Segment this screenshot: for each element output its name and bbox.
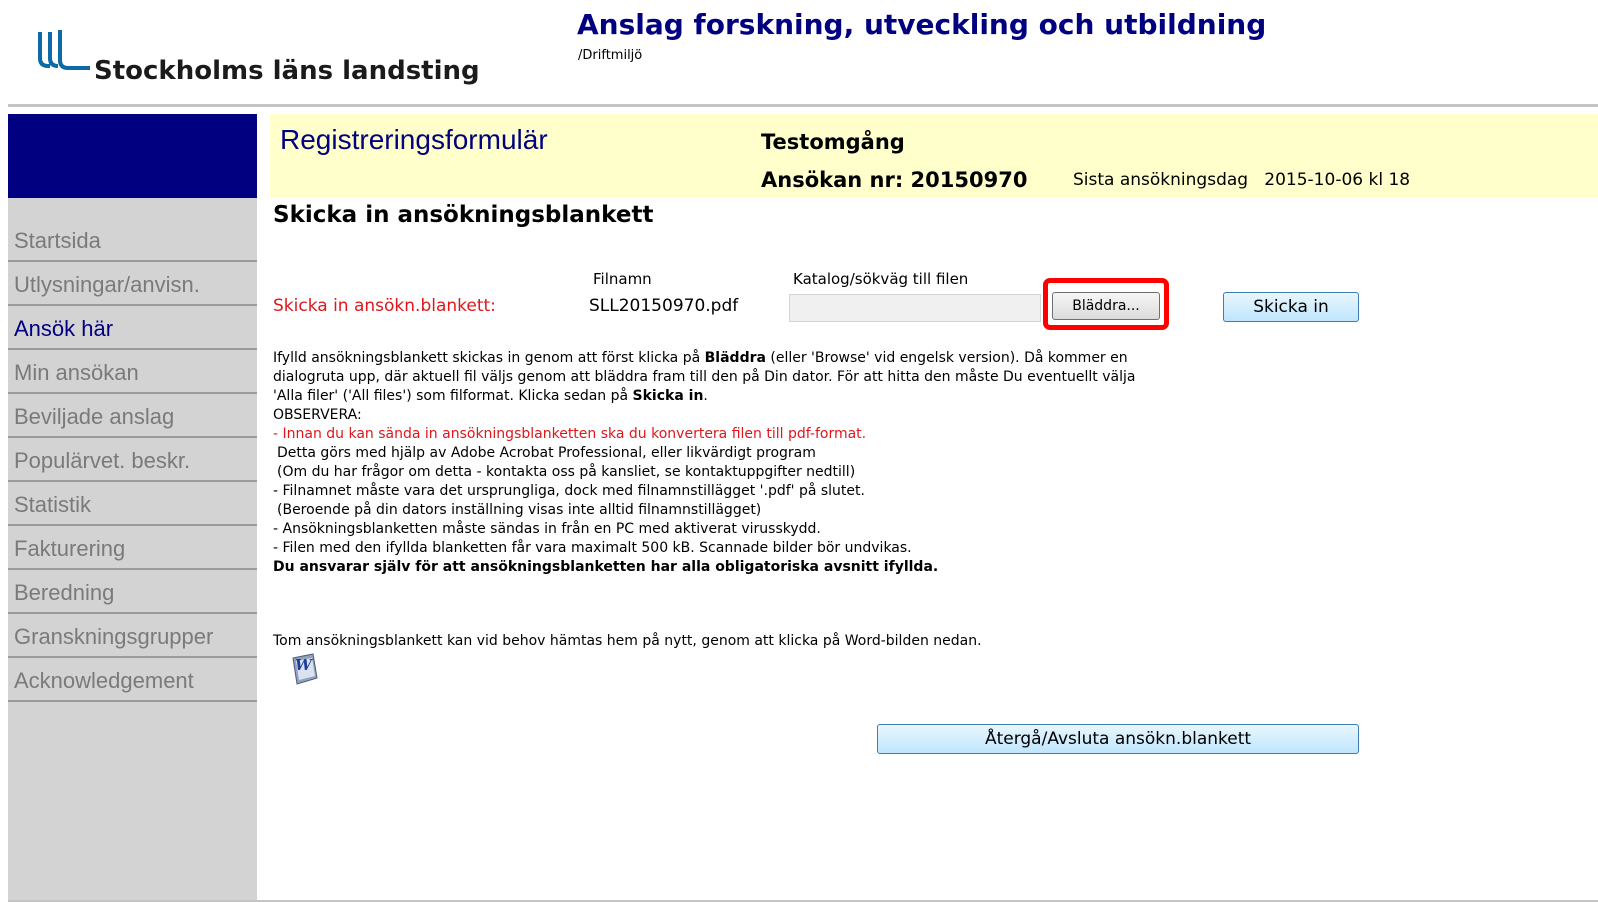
word-template-note: Tom ansökningsblankett kan vid behov häm…: [273, 633, 982, 649]
instruction-line: Ifylld ansökningsblankett skickas in gen…: [273, 349, 1383, 368]
responsibility-text: Du ansvarar själv för att ansökningsblan…: [273, 559, 939, 575]
upload-label: Skicka in ansökn.blankett:: [273, 296, 496, 316]
sidebar-item-utlysningar[interactable]: Utlysningar/anvisn.: [8, 264, 257, 306]
instruction-line: (Om du har frågor om detta - kontakta os…: [277, 464, 856, 480]
sidebar: Startsida Utlysningar/anvisn. Ansök här …: [8, 198, 257, 902]
environment-label: /Driftmiljö: [578, 48, 643, 63]
word-document-icon[interactable]: W: [287, 652, 321, 686]
round-name: Testomgång: [761, 130, 905, 154]
submit-button[interactable]: Skicka in: [1223, 292, 1359, 322]
form-title: Registreringsformulär: [280, 124, 548, 155]
instruction-line: dialogruta upp, där aktuell fil väljs ge…: [273, 369, 1136, 385]
sidebar-item-acknowledgement[interactable]: Acknowledgement: [8, 660, 257, 702]
filename-column-header: Filnamn: [593, 270, 652, 288]
logo-text: Stockholms läns landsting: [94, 56, 480, 86]
svg-text:W: W: [295, 656, 314, 674]
instruction-line: - Ansökningsblanketten måste sändas in f…: [273, 521, 821, 537]
instruction-line: - Filen med den ifyllda blanketten får v…: [273, 540, 912, 556]
application-number: Ansökan nr: 20150970: [761, 168, 1028, 192]
sidebar-item-granskningsgrupper[interactable]: Granskningsgrupper: [8, 616, 257, 658]
form-header-band: Registreringsformulär Testomgång Ansökan…: [270, 114, 1598, 198]
sidebar-item-beredning[interactable]: Beredning: [8, 572, 257, 614]
instruction-line: - Filnamnet måste vara det ursprungliga,…: [273, 483, 865, 499]
return-button[interactable]: Återgå/Avsluta ansökn.blankett: [877, 724, 1359, 754]
sidebar-item-beviljade-anslag[interactable]: Beviljade anslag: [8, 396, 257, 438]
sidebar-item-popularvet[interactable]: Populärvet. beskr.: [8, 440, 257, 482]
sidebar-item-ansok-har[interactable]: Ansök här: [8, 308, 257, 350]
section-title: Skicka in ansökningsblankett: [273, 202, 654, 228]
browse-button[interactable]: Bläddra...: [1052, 292, 1160, 320]
sll-logo-icon: [38, 30, 90, 70]
sidebar-item-statistik[interactable]: Statistik: [8, 484, 257, 526]
instruction-line: (Beroende på din dators inställning visa…: [277, 502, 762, 518]
instruction-text: .: [703, 388, 708, 404]
instructions: Ifylld ansökningsblankett skickas in gen…: [273, 349, 1383, 577]
file-path-input[interactable]: [789, 294, 1041, 322]
deadline: Sista ansökningsdag 2015-10-06 kl 18: [1073, 170, 1411, 190]
header-divider: [8, 104, 1598, 107]
observera-heading: OBSERVERA:: [273, 407, 362, 423]
sidebar-header: [8, 114, 257, 198]
sidebar-item-fakturering[interactable]: Fakturering: [8, 528, 257, 570]
file-name: SLL20150970.pdf: [589, 296, 739, 316]
sidebar-item-min-ansokan[interactable]: Min ansökan: [8, 352, 257, 394]
instruction-text: 'Alla filer' ('All files') som filformat…: [273, 388, 633, 404]
instruction-text: Ifylld ansökningsblankett skickas in gen…: [273, 350, 705, 366]
instruction-emphasis: Bläddra: [704, 350, 766, 366]
sidebar-item-startsida[interactable]: Startsida: [8, 220, 257, 262]
app-title: Anslag forskning, utveckling och utbildn…: [577, 8, 1267, 41]
instruction-emphasis: Skicka in: [632, 388, 704, 404]
sidebar-nav: Startsida Utlysningar/anvisn. Ansök här …: [8, 220, 257, 704]
instruction-text: (eller 'Browse' vid engelsk version). Då…: [765, 350, 1128, 366]
responsibility-note: Du ansvarar själv för att ansökningsblan…: [273, 558, 1383, 577]
pdf-warning: - Innan du kan sända in ansökningsblanke…: [273, 426, 867, 442]
instruction-line: Detta görs med hjälp av Adobe Acrobat Pr…: [277, 445, 816, 461]
instruction-line: 'Alla filer' ('All files') som filformat…: [273, 387, 1383, 406]
path-column-header: Katalog/sökväg till filen: [793, 270, 969, 288]
